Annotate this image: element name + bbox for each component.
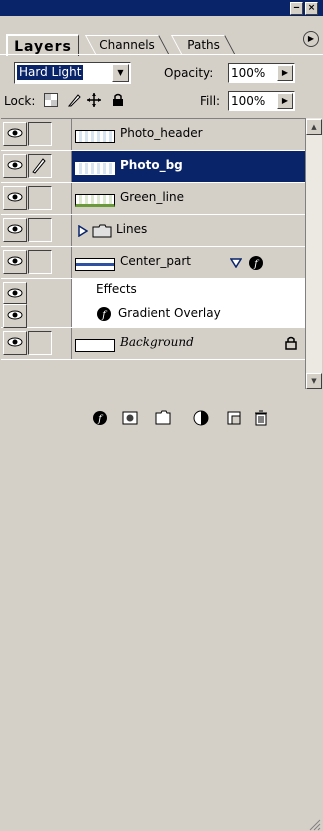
eye-icon[interactable] [3, 186, 27, 210]
lock-brush-icon[interactable] [67, 93, 81, 107]
layer-effects-icon: f [97, 307, 111, 321]
group-name: Lines [116, 222, 148, 236]
layer-row[interactable]: Center_part f [1, 247, 305, 279]
scroll-up-icon[interactable]: ▲ [306, 119, 322, 135]
layer-thumbnail [75, 258, 115, 271]
layer-name: Background [120, 335, 194, 349]
effect-name: Gradient Overlay [118, 306, 221, 320]
tab-layers[interactable]: Layers [6, 34, 79, 56]
eye-icon[interactable] [3, 331, 27, 355]
bottom-toolbar: f [0, 400, 323, 831]
eye-icon[interactable] [3, 122, 27, 146]
new-set-icon[interactable] [155, 410, 171, 426]
new-adjustment-icon[interactable] [193, 410, 209, 426]
add-mask-icon[interactable] [122, 410, 138, 426]
effects-row[interactable]: Effects [1, 279, 305, 304]
layer-thumbnail [75, 194, 115, 207]
lock-label: Lock: [4, 94, 36, 108]
new-layer-icon[interactable] [226, 410, 242, 426]
tab-channels[interactable]: Channels [84, 35, 170, 54]
layer-effects-icon: f [249, 256, 263, 270]
layer-thumbnail [75, 339, 115, 352]
layers-panel: ‒ × Layers Channels Paths ▶ Hard Light ▼… [0, 0, 323, 831]
close-button[interactable]: × [305, 2, 318, 15]
eye-icon[interactable] [3, 304, 27, 328]
layer-row[interactable]: Background [1, 328, 305, 360]
layer-name: Photo_header [120, 126, 203, 140]
add-style-icon[interactable]: f [92, 410, 108, 426]
link-slot[interactable] [28, 122, 52, 146]
fill-field[interactable]: 100% ▶ [228, 91, 295, 111]
opacity-label: Opacity: [164, 66, 214, 80]
effect-row[interactable]: f Gradient Overlay [1, 301, 305, 328]
chevron-down-icon[interactable]: ▼ [112, 64, 129, 82]
layer-row[interactable]: Green_line [1, 183, 305, 215]
trash-icon[interactable] [253, 410, 269, 426]
brush-icon[interactable] [28, 154, 52, 178]
lock-move-icon[interactable] [87, 93, 101, 107]
scroll-down-icon[interactable]: ▼ [306, 373, 322, 389]
tab-divider [0, 54, 323, 55]
tab-paths[interactable]: Paths [170, 35, 236, 54]
scrollbar[interactable]: ▲ ▼ [305, 118, 322, 389]
expand-triangle-icon[interactable] [78, 225, 88, 237]
link-slot[interactable] [28, 218, 52, 242]
link-slot[interactable] [28, 186, 52, 210]
fill-arrow-icon[interactable]: ▶ [277, 93, 293, 109]
title-bar: ‒ × [0, 0, 323, 16]
lock-transparency-icon[interactable] [44, 93, 58, 107]
blend-mode-value: Hard Light [17, 65, 84, 80]
layer-row[interactable]: Lines [1, 215, 305, 247]
layer-name: Photo_bg [120, 158, 183, 172]
link-slot[interactable] [28, 331, 52, 355]
layer-name: Green_line [120, 190, 184, 204]
eye-icon[interactable] [3, 218, 27, 242]
fill-label: Fill: [200, 94, 221, 108]
panel-menu-icon[interactable]: ▶ [303, 31, 319, 47]
opacity-field[interactable]: 100% ▶ [228, 63, 295, 83]
layers-list: Photo_header Photo_bg Green_line Lines C… [1, 118, 305, 390]
eye-icon[interactable] [3, 154, 27, 178]
folder-icon [92, 224, 112, 238]
layer-thumbnail [75, 130, 115, 143]
layer-name: Center_part [120, 254, 191, 268]
link-slot[interactable] [28, 250, 52, 274]
layer-row-selected[interactable]: Photo_bg [1, 151, 305, 183]
blend-mode-select[interactable]: Hard Light ▼ [14, 62, 131, 84]
layer-thumbnail [75, 162, 115, 175]
collapse-effects-icon[interactable] [230, 258, 242, 268]
tab-bar: Layers Channels Paths [0, 16, 323, 56]
eye-icon[interactable] [3, 250, 27, 274]
lock-all-icon[interactable] [111, 93, 125, 107]
minimize-button[interactable]: ‒ [290, 2, 303, 15]
layer-row[interactable]: Photo_header [1, 119, 305, 151]
resize-grip-icon[interactable] [307, 817, 321, 831]
opacity-arrow-icon[interactable]: ▶ [277, 65, 293, 81]
lock-icon [285, 336, 297, 350]
effects-label: Effects [96, 282, 137, 296]
